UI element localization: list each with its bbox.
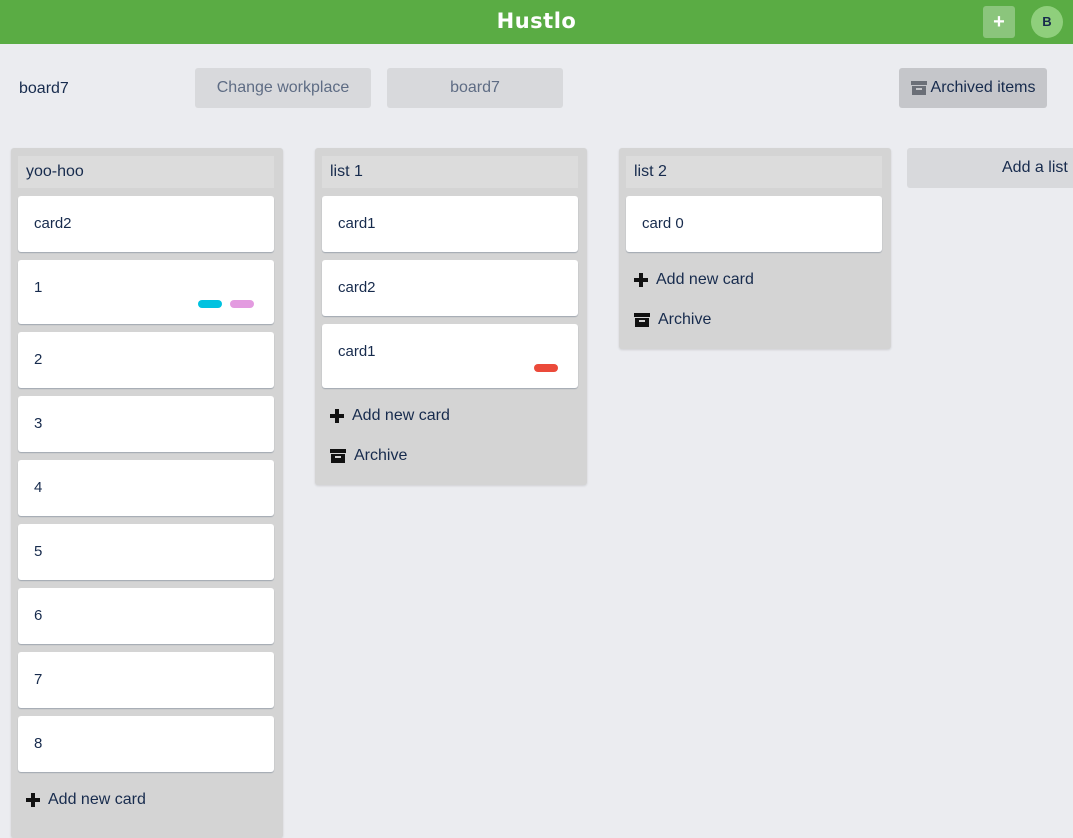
card[interactable]: card2 [18, 196, 274, 252]
card[interactable]: card 0 [626, 196, 882, 252]
archive-label: Archive [658, 311, 712, 328]
card[interactable]: card2 [322, 260, 578, 316]
card-label [534, 364, 558, 372]
archived-items-button[interactable]: Archived items [899, 68, 1047, 108]
list-title[interactable]: list 2 [626, 156, 882, 188]
add-card-label: Add new card [48, 791, 146, 808]
card-title: 8 [34, 735, 43, 752]
add-list-button[interactable]: Add a list [907, 148, 1073, 188]
card[interactable]: 1 [18, 260, 274, 324]
card[interactable]: 4 [18, 460, 274, 516]
card[interactable]: 8 [18, 716, 274, 772]
change-workplace-button[interactable]: Change workplace [195, 68, 371, 108]
plus-icon [330, 409, 344, 423]
archive-label: Archive [354, 447, 408, 464]
card-label [230, 300, 254, 308]
add-card-button[interactable]: Add new card [634, 269, 754, 291]
add-card-button[interactable]: Add new card [26, 789, 146, 811]
add-card-label: Add new card [352, 407, 450, 424]
list-list-1: list 1 card1 card2 card1 Add new card Ar… [315, 148, 587, 485]
app-logo[interactable]: Hustlo [0, 0, 1073, 44]
list-title[interactable]: yoo-hoo [18, 156, 274, 188]
card[interactable]: card1 [322, 324, 578, 388]
card-title: 1 [34, 279, 43, 296]
card-title: card2 [338, 279, 376, 296]
archive-icon [634, 313, 650, 327]
list-yoo-hoo: yoo-hoo card2 1 2 3 4 5 6 7 8 Add new ca… [11, 148, 283, 838]
plus-icon [26, 793, 40, 807]
board-selector-button[interactable]: board7 [387, 68, 563, 108]
card-title: 5 [34, 543, 43, 560]
card-label [198, 300, 222, 308]
archive-icon [910, 81, 927, 95]
card[interactable]: card1 [322, 196, 578, 252]
archived-items-label: Archived items [930, 79, 1036, 96]
card-title: 3 [34, 415, 43, 432]
board-name-input[interactable]: board7 [12, 70, 182, 108]
list-list-2: list 2 card 0 Add new card Archive [619, 148, 891, 349]
add-card-label: Add new card [656, 271, 754, 288]
user-avatar[interactable]: B [1031, 6, 1063, 38]
plus-icon [634, 273, 648, 287]
card-title: card1 [338, 343, 376, 360]
card-title: card 0 [642, 215, 684, 232]
create-board-button[interactable]: + [983, 6, 1015, 38]
card-title: card1 [338, 215, 376, 232]
card-title: 4 [34, 479, 43, 496]
archive-list-button[interactable]: Archive [634, 309, 711, 331]
archive-icon [330, 449, 346, 463]
card-title: card2 [34, 215, 72, 232]
archive-list-button[interactable]: Archive [330, 445, 407, 467]
card[interactable]: 2 [18, 332, 274, 388]
card[interactable]: 6 [18, 588, 274, 644]
card[interactable]: 7 [18, 652, 274, 708]
card-title: 6 [34, 607, 43, 624]
list-title[interactable]: list 1 [322, 156, 578, 188]
top-bar: Hustlo + B [0, 0, 1073, 44]
card-title: 7 [34, 671, 43, 688]
card-title: 2 [34, 351, 43, 368]
add-card-button[interactable]: Add new card [330, 405, 450, 427]
card[interactable]: 3 [18, 396, 274, 452]
card[interactable]: 5 [18, 524, 274, 580]
